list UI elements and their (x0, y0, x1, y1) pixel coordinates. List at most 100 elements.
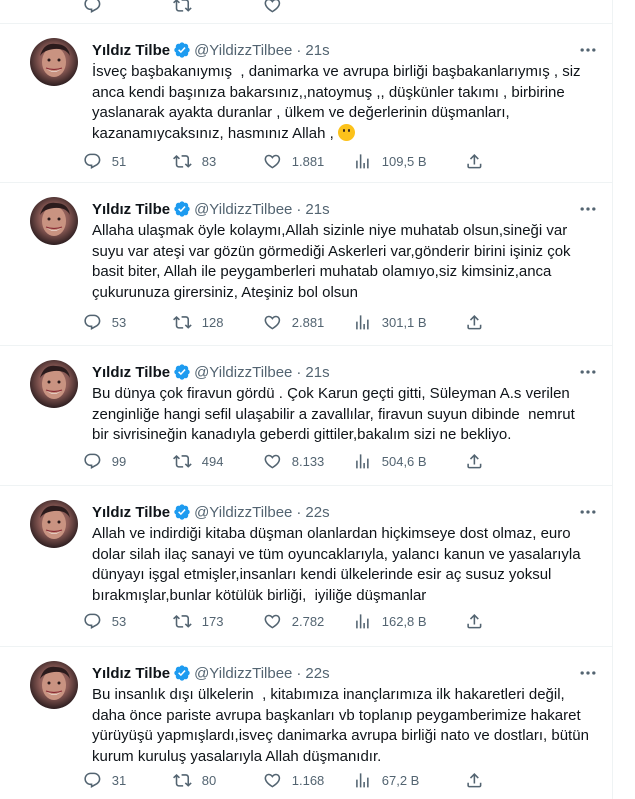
heart-icon (264, 154, 281, 169)
separator-dot: · (296, 200, 302, 218)
verified-badge-icon (174, 665, 190, 681)
avatar[interactable] (30, 38, 78, 86)
more-options-icon[interactable] (578, 199, 598, 219)
display-name[interactable]: Yıldız Tilbe (92, 504, 170, 521)
handle[interactable]: @YildizzTilbee (194, 364, 292, 381)
tweet-header: Yıldız Tilbe @YildizzTilbee · 21s (92, 199, 330, 219)
views-button[interactable]: 67,2 B (353, 771, 465, 790)
views-button[interactable]: 301,1 B (353, 313, 465, 332)
handle[interactable]: @YildizzTilbee (194, 201, 292, 218)
like-button[interactable]: 2.782 (263, 612, 353, 631)
like-button[interactable]: 1.168 (263, 771, 353, 790)
views-count: 504,6 B (381, 453, 427, 469)
display-name[interactable]: Yıldız Tilbe (92, 364, 170, 381)
reply-button[interactable]: 99 (83, 452, 173, 471)
share-icon (467, 454, 482, 469)
avatar-image (40, 505, 70, 539)
timestamp[interactable]: 22s (305, 665, 329, 682)
heart-icon (264, 0, 281, 13)
handle[interactable]: @YildizzTilbee (194, 665, 292, 682)
retweet-count: 128 (201, 314, 224, 330)
heart-icon (264, 773, 281, 788)
retweet-icon (173, 0, 192, 12)
timestamp[interactable]: 21s (305, 201, 329, 218)
retweet-button[interactable]: 173 (173, 612, 263, 631)
retweet-button[interactable] (173, 0, 263, 15)
share-button[interactable] (465, 452, 495, 471)
retweet-icon (173, 155, 192, 168)
retweet-button[interactable]: 494 (173, 452, 263, 471)
more-options-icon[interactable] (578, 663, 598, 683)
views-button[interactable]: 504,6 B (353, 452, 465, 471)
retweet-icon (173, 316, 192, 329)
more-options-icon[interactable] (578, 362, 598, 382)
separator-dot: · (296, 664, 302, 682)
display-name[interactable]: Yıldız Tilbe (92, 665, 170, 682)
reply-button[interactable]: 51 (83, 152, 173, 171)
timestamp[interactable]: 22s (305, 504, 329, 521)
verified-badge-icon (174, 42, 190, 58)
tweet[interactable]: Yıldız Tilbe @YildizzTilbee · 21s Allaha… (0, 183, 612, 346)
reply-count: 99 (111, 453, 127, 469)
avatar-image (40, 666, 70, 700)
avatar-image (40, 365, 70, 399)
tweet[interactable]: Yıldız Tilbe @YildizzTilbee · 22s Bu ins… (0, 647, 612, 799)
tweet[interactable]: Yıldız Tilbe @YildizzTilbee · 21s Bu dün… (0, 346, 612, 486)
more-options-icon[interactable] (578, 502, 598, 522)
timestamp[interactable]: 21s (305, 42, 329, 59)
handle[interactable]: @YildizzTilbee (194, 42, 292, 59)
like-button[interactable]: 2.881 (263, 313, 353, 332)
avatar[interactable] (30, 500, 78, 548)
tweet[interactable]: Yıldız Tilbe @YildizzTilbee · 21s İsveç … (0, 24, 612, 183)
retweet-count: 173 (201, 613, 224, 629)
timeline-feed: Yıldız Tilbe @YildizzTilbee · 21s İsveç … (0, 0, 613, 799)
views-button[interactable]: 162,8 B (353, 612, 465, 631)
retweet-count: 83 (201, 153, 217, 169)
tweet-actions: 99 494 8.133 504,6 B (83, 452, 495, 471)
like-button[interactable]: 8.133 (263, 452, 353, 471)
share-button[interactable] (465, 313, 495, 332)
retweet-count: 494 (201, 453, 224, 469)
avatar[interactable] (30, 661, 78, 709)
tweet-actions: 53 173 2.782 162,8 B (83, 612, 495, 631)
like-button[interactable] (263, 0, 353, 15)
heart-icon (264, 454, 281, 469)
more-options-icon[interactable] (578, 40, 598, 60)
share-icon (467, 315, 482, 330)
retweet-button[interactable]: 128 (173, 313, 263, 332)
reply-button[interactable]: 31 (83, 771, 173, 790)
avatar[interactable] (30, 197, 78, 245)
reply-count: 53 (111, 613, 127, 629)
views-count: 301,1 B (381, 314, 427, 330)
display-name[interactable]: Yıldız Tilbe (92, 201, 170, 218)
tweet-actions: 51 83 1.881 109,5 B (83, 152, 495, 171)
avatar-image (40, 202, 70, 236)
share-button[interactable] (465, 612, 495, 631)
thinking-face-emoji (337, 123, 355, 141)
like-button[interactable]: 1.881 (263, 152, 353, 171)
views-button[interactable]: 109,5 B (353, 152, 465, 171)
verified-badge-icon (174, 201, 190, 217)
reply-button[interactable]: 53 (83, 313, 173, 332)
tweet-actions: 53 128 2.881 301,1 B (83, 313, 495, 332)
retweet-button[interactable]: 80 (173, 771, 263, 790)
views-chart-icon (356, 315, 369, 330)
avatar[interactable] (30, 360, 78, 408)
tweet-header: Yıldız Tilbe @YildizzTilbee · 21s (92, 362, 330, 382)
tweet-text: İsveç başbakanıymış , danimarka ve avrup… (92, 63, 585, 142)
share-button[interactable] (465, 771, 495, 790)
timestamp[interactable]: 21s (305, 364, 329, 381)
display-name[interactable]: Yıldız Tilbe (92, 42, 170, 59)
reply-button[interactable]: 53 (83, 612, 173, 631)
avatar-image (40, 43, 70, 77)
reply-icon (84, 314, 101, 330)
tweet[interactable]: Yıldız Tilbe @YildizzTilbee · 22s Allah … (0, 486, 612, 647)
retweet-button[interactable]: 83 (173, 152, 263, 171)
share-button[interactable] (465, 152, 495, 171)
reply-count: 53 (111, 314, 127, 330)
views-chart-icon (356, 454, 369, 469)
share-icon (467, 154, 482, 169)
separator-dot: · (296, 41, 302, 59)
handle[interactable]: @YildizzTilbee (194, 504, 292, 521)
reply-button[interactable] (83, 0, 173, 15)
